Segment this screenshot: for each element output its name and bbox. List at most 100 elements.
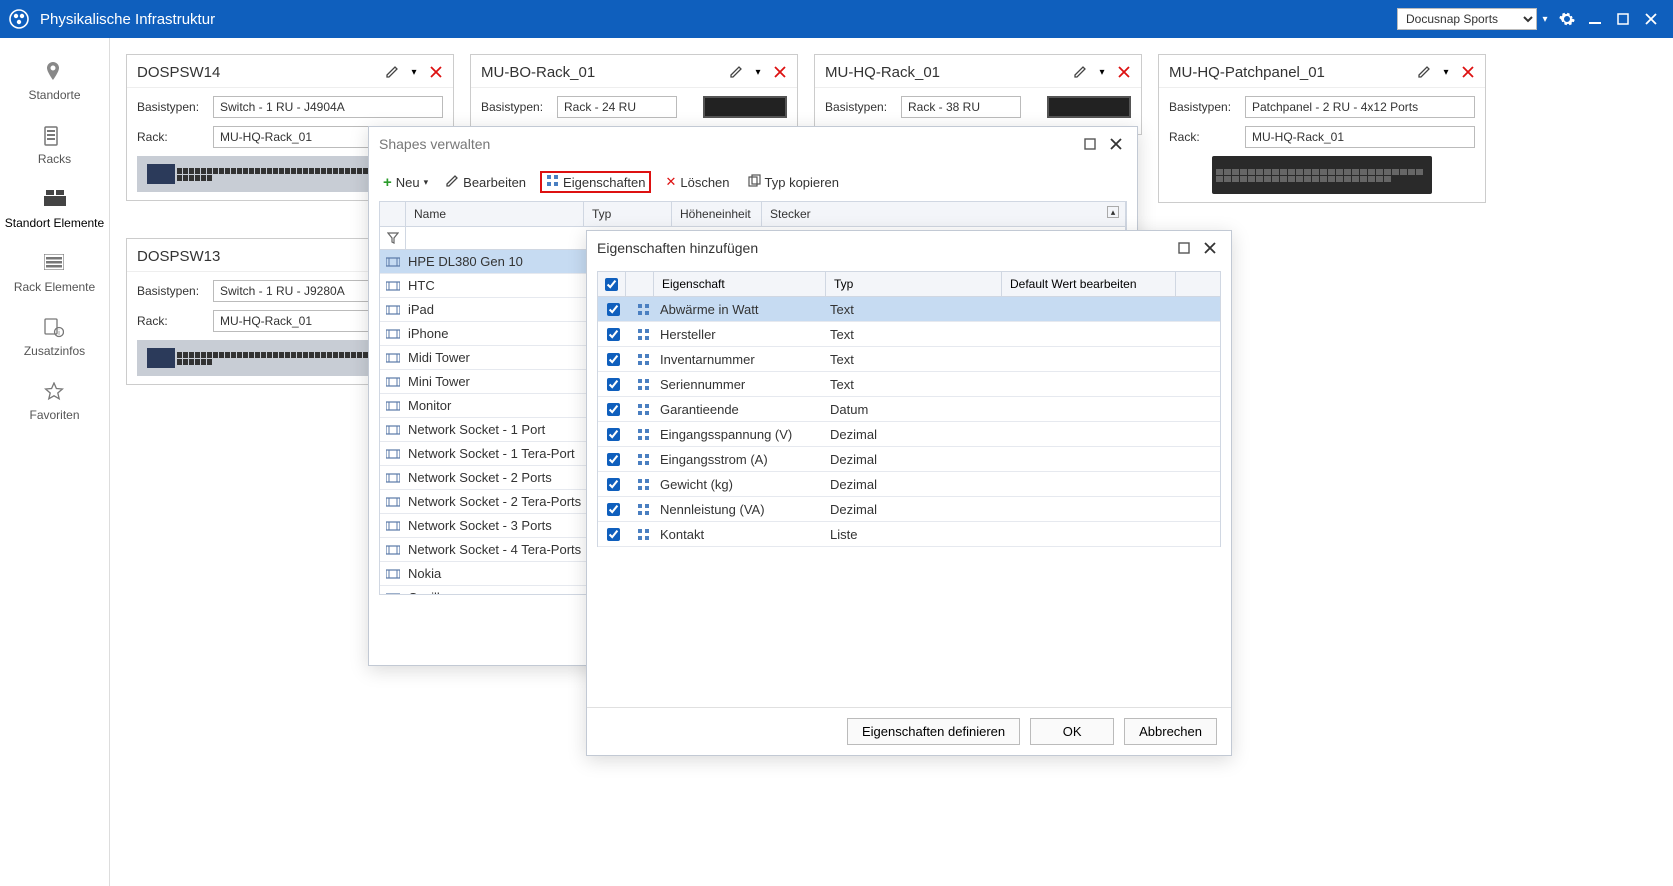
- toolbar-loeschen[interactable]: ✕Löschen: [661, 172, 733, 192]
- property-row[interactable]: Eingangsspannung (V)Dezimal: [598, 422, 1220, 447]
- property-icon: [628, 453, 658, 466]
- property-row[interactable]: HerstellerText: [598, 322, 1220, 347]
- field-basistypen[interactable]: Patchpanel - 2 RU - 4x12 Ports: [1245, 96, 1475, 118]
- property-checkbox[interactable]: [598, 303, 628, 316]
- settings-icon[interactable]: [1553, 6, 1581, 32]
- close-icon[interactable]: [1199, 237, 1221, 259]
- edit-icon[interactable]: [1415, 63, 1433, 81]
- property-row[interactable]: Gewicht (kg)Dezimal: [598, 472, 1220, 497]
- shape-icon: [380, 592, 406, 595]
- close-icon[interactable]: [427, 63, 445, 81]
- toolbar-label: Löschen: [680, 175, 729, 190]
- grid-header: Name Typ Höheneinheit Stecker▴: [380, 202, 1126, 227]
- company-select-dropdown[interactable]: ▾: [1537, 14, 1553, 25]
- label-basistypen: Basistypen:: [481, 100, 557, 114]
- field-rack[interactable]: MU-HQ-Rack_01: [1245, 126, 1475, 148]
- col-eigenschaft[interactable]: Eigenschaft: [654, 272, 826, 296]
- chevron-down-icon[interactable]: ▾: [1093, 63, 1111, 81]
- panel-mu-hq-patchpanel01: MU-HQ-Patchpanel_01 ▾ Basistypen: Patchp…: [1158, 54, 1486, 203]
- rack-elements-icon: [44, 254, 66, 276]
- select-all-checkbox[interactable]: [598, 272, 626, 296]
- company-select[interactable]: Docusnap Sports: [1397, 8, 1537, 30]
- edit-icon[interactable]: [727, 63, 745, 81]
- toolbar-bearbeiten[interactable]: Bearbeiten: [442, 172, 530, 192]
- dialog-header[interactable]: Shapes verwalten: [369, 127, 1137, 161]
- sort-icon[interactable]: ▴: [1107, 206, 1119, 218]
- nav-favoriten[interactable]: Favoriten: [0, 372, 109, 436]
- property-row[interactable]: KontaktListe: [598, 522, 1220, 547]
- elements-icon: [44, 190, 66, 212]
- toolbar-neu[interactable]: +Neu▾: [379, 172, 432, 193]
- nav-label: Racks: [38, 152, 71, 166]
- property-type: Dezimal: [830, 427, 1006, 442]
- property-name: Abwärme in Watt: [658, 302, 830, 317]
- maximize-icon[interactable]: [1079, 133, 1101, 155]
- property-checkbox[interactable]: [598, 328, 628, 341]
- property-row[interactable]: Abwärme in WattText: [598, 297, 1220, 322]
- panel-title: MU-HQ-Patchpanel_01: [1169, 64, 1411, 81]
- toolbar-eigenschaften[interactable]: Eigenschaften: [540, 171, 651, 193]
- maximize-button[interactable]: [1609, 6, 1637, 32]
- col-typ[interactable]: Typ: [826, 272, 1002, 296]
- property-type: Dezimal: [830, 477, 1006, 492]
- property-type: Text: [830, 327, 1006, 342]
- field-basistypen[interactable]: Rack - 38 RU: [901, 96, 1021, 118]
- field-basistypen[interactable]: Switch - 1 RU - J4904A: [213, 96, 443, 118]
- close-icon[interactable]: [1115, 63, 1133, 81]
- chevron-down-icon[interactable]: ▾: [749, 63, 767, 81]
- nav-standorte[interactable]: Standorte: [0, 52, 109, 116]
- nav-racks[interactable]: Racks: [0, 116, 109, 180]
- property-row[interactable]: Eingangsstrom (A)Dezimal: [598, 447, 1220, 472]
- panel-title: DOSPSW13: [137, 248, 379, 265]
- field-basistypen[interactable]: Rack - 24 RU: [557, 96, 677, 118]
- toolbar-typ-kopieren[interactable]: Typ kopieren: [744, 172, 843, 192]
- nav-standort-elemente[interactable]: Standort Elemente: [0, 180, 109, 244]
- property-checkbox[interactable]: [598, 528, 628, 541]
- properties-icon: [546, 174, 559, 190]
- col-typ[interactable]: Typ: [584, 202, 672, 226]
- nav-rack-elemente[interactable]: Rack Elemente: [0, 244, 109, 308]
- chevron-down-icon[interactable]: ▾: [1437, 63, 1455, 81]
- close-icon[interactable]: [771, 63, 789, 81]
- panel-title: DOSPSW14: [137, 64, 379, 81]
- close-button[interactable]: [1637, 6, 1665, 32]
- label-basistypen: Basistypen:: [137, 100, 213, 114]
- close-icon[interactable]: [1105, 133, 1127, 155]
- cancel-button[interactable]: Abbrechen: [1124, 718, 1217, 745]
- property-type: Dezimal: [830, 452, 1006, 467]
- property-checkbox[interactable]: [598, 353, 628, 366]
- property-checkbox[interactable]: [598, 378, 628, 391]
- dialog-header[interactable]: Eigenschaften hinzufügen: [587, 231, 1231, 265]
- property-checkbox[interactable]: [598, 403, 628, 416]
- col-hoehe[interactable]: Höheneinheit: [672, 202, 762, 226]
- property-checkbox[interactable]: [598, 503, 628, 516]
- property-checkbox[interactable]: [598, 453, 628, 466]
- ok-button[interactable]: OK: [1030, 718, 1114, 745]
- nav-label: Standorte: [28, 88, 80, 102]
- property-name: Nennleistung (VA): [658, 502, 830, 517]
- property-row[interactable]: SeriennummerText: [598, 372, 1220, 397]
- chevron-down-icon[interactable]: ▾: [405, 63, 423, 81]
- minimize-button[interactable]: [1581, 6, 1609, 32]
- col-stecker[interactable]: Stecker▴: [762, 202, 1126, 226]
- property-name: Eingangsspannung (V): [658, 427, 830, 442]
- panel-title: MU-BO-Rack_01: [481, 64, 723, 81]
- col-name[interactable]: Name: [406, 202, 584, 226]
- property-checkbox[interactable]: [598, 478, 628, 491]
- property-icon: [628, 503, 658, 516]
- edit-icon[interactable]: [1071, 63, 1089, 81]
- define-properties-button[interactable]: Eigenschaften definieren: [847, 718, 1020, 745]
- property-row[interactable]: InventarnummerText: [598, 347, 1220, 372]
- nav-label: Rack Elemente: [14, 280, 95, 294]
- property-row[interactable]: Nennleistung (VA)Dezimal: [598, 497, 1220, 522]
- col-default[interactable]: Default Wert bearbeiten: [1002, 272, 1176, 296]
- shape-icon: [380, 544, 406, 556]
- property-row[interactable]: GarantieendeDatum: [598, 397, 1220, 422]
- nav-zusatzinfos[interactable]: i Zusatzinfos: [0, 308, 109, 372]
- edit-icon[interactable]: [383, 63, 401, 81]
- maximize-icon[interactable]: [1173, 237, 1195, 259]
- filter-icon[interactable]: [380, 227, 406, 249]
- property-checkbox[interactable]: [598, 428, 628, 441]
- close-icon[interactable]: [1459, 63, 1477, 81]
- shape-icon: [380, 304, 406, 316]
